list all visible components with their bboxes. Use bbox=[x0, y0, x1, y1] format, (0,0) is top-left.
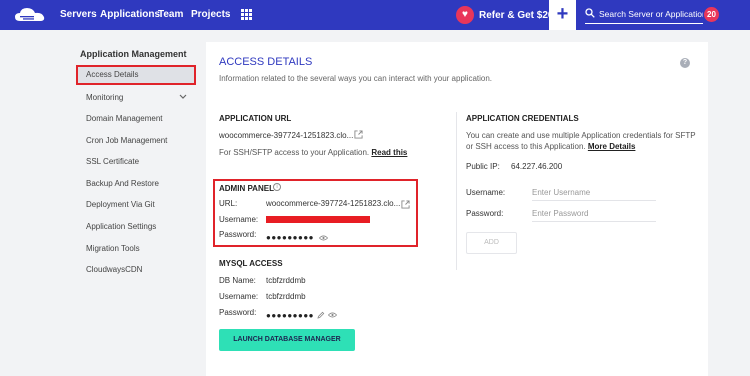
password-input[interactable] bbox=[532, 206, 656, 222]
pencil-icon[interactable] bbox=[317, 311, 325, 319]
info-icon[interactable]: i bbox=[273, 183, 281, 191]
search-box bbox=[585, 6, 703, 24]
page-title: ACCESS DETAILS bbox=[219, 56, 313, 68]
more-details-link[interactable]: More Details bbox=[588, 142, 636, 151]
credential-username-label: Username: bbox=[466, 188, 506, 197]
username-input[interactable] bbox=[532, 185, 656, 201]
add-new-button[interactable]: + bbox=[549, 0, 576, 30]
db-username-value: tcbfzrddmb bbox=[266, 292, 306, 301]
admin-password-mask: ●●●●●●●●● bbox=[266, 233, 314, 242]
search-icon bbox=[585, 8, 595, 18]
cloudways-logo-icon[interactable] bbox=[14, 7, 46, 23]
mysql-access-title: MYSQL ACCESS bbox=[219, 259, 283, 268]
eye-icon[interactable] bbox=[319, 235, 328, 241]
public-ip-label: Public IP: bbox=[466, 162, 500, 171]
eye-icon[interactable] bbox=[328, 312, 337, 318]
sidebar-item-access-details[interactable]: Access Details bbox=[76, 65, 196, 85]
sidebar-item-monitoring[interactable]: Monitoring bbox=[86, 93, 123, 102]
db-username-label: Username: bbox=[219, 292, 259, 301]
help-icon[interactable]: ? bbox=[680, 58, 690, 68]
redacted-username bbox=[266, 216, 370, 223]
page-description: Information related to the several ways … bbox=[219, 74, 493, 83]
refer-label: Refer & Get $20 bbox=[479, 9, 554, 21]
credentials-description-line2: or SSH access to this Application. More … bbox=[466, 142, 635, 151]
heart-icon: ♥ bbox=[456, 6, 474, 24]
sidebar-item-cron-job-management[interactable]: Cron Job Management bbox=[86, 136, 167, 145]
add-credential-button[interactable]: ADD bbox=[466, 232, 517, 254]
db-name-label: DB Name: bbox=[219, 276, 256, 285]
nav-servers[interactable]: Servers bbox=[60, 9, 97, 20]
sidebar-item-deployment-via-git[interactable]: Deployment Via Git bbox=[86, 200, 155, 209]
search-input[interactable] bbox=[599, 7, 703, 21]
credential-password-label: Password: bbox=[466, 209, 504, 218]
credentials-description-text: or SSH access to this Application. bbox=[466, 142, 586, 151]
credentials-description-line1: You can create and use multiple Applicat… bbox=[466, 131, 696, 140]
ssh-note-text: For SSH/SFTP access to your Application. bbox=[219, 148, 370, 157]
sidebar-item-domain-management[interactable]: Domain Management bbox=[86, 114, 162, 123]
application-credentials-title: APPLICATION CREDENTIALS bbox=[466, 114, 579, 123]
sidebar-title: Application Management bbox=[80, 49, 187, 59]
column-divider bbox=[456, 112, 457, 270]
application-url-link[interactable]: woocommerce-397724-1251823.clo... bbox=[219, 131, 353, 140]
admin-url-link[interactable]: woocommerce-397724-1251823.clo... bbox=[266, 199, 400, 208]
nav-team[interactable]: Team bbox=[158, 9, 183, 20]
read-this-link[interactable]: Read this bbox=[371, 148, 407, 157]
refer-button[interactable]: ♥ Refer & Get $20 bbox=[456, 5, 553, 25]
top-nav-bar: Servers Applications Team Projects ♥ Ref… bbox=[0, 0, 750, 30]
db-name-value: tcbfzrddmb bbox=[266, 276, 306, 285]
admin-username-label: Username: bbox=[219, 215, 259, 224]
sidebar-item-ssl-certificate[interactable]: SSL Certificate bbox=[86, 157, 139, 166]
admin-panel-title: ADMIN PANEL bbox=[219, 184, 274, 193]
sidebar-item-application-settings[interactable]: Application Settings bbox=[86, 222, 156, 231]
sidebar-item-cloudwayscdn[interactable]: CloudwaysCDN bbox=[86, 265, 142, 274]
apps-grid-icon[interactable] bbox=[241, 9, 252, 20]
application-url-title: APPLICATION URL bbox=[219, 114, 292, 123]
public-ip-value: 64.227.46.200 bbox=[511, 162, 563, 171]
nav-applications[interactable]: Applications bbox=[100, 9, 160, 20]
sidebar-item-backup-and-restore[interactable]: Backup And Restore bbox=[86, 179, 159, 188]
notification-badge[interactable]: 20 bbox=[704, 7, 719, 22]
ssh-note: For SSH/SFTP access to your Application.… bbox=[219, 148, 407, 157]
external-link-icon[interactable] bbox=[401, 200, 410, 209]
chevron-down-icon[interactable] bbox=[178, 92, 188, 102]
external-link-icon[interactable] bbox=[354, 130, 363, 139]
admin-password-label: Password: bbox=[219, 230, 257, 239]
admin-url-label: URL: bbox=[219, 199, 238, 208]
db-password-mask: ●●●●●●●●● bbox=[266, 311, 314, 320]
db-password-label: Password: bbox=[219, 308, 257, 317]
sidebar-item-migration-tools[interactable]: Migration Tools bbox=[86, 244, 140, 253]
launch-database-manager-button[interactable]: LAUNCH DATABASE MANAGER bbox=[219, 329, 355, 351]
nav-projects[interactable]: Projects bbox=[191, 9, 230, 20]
